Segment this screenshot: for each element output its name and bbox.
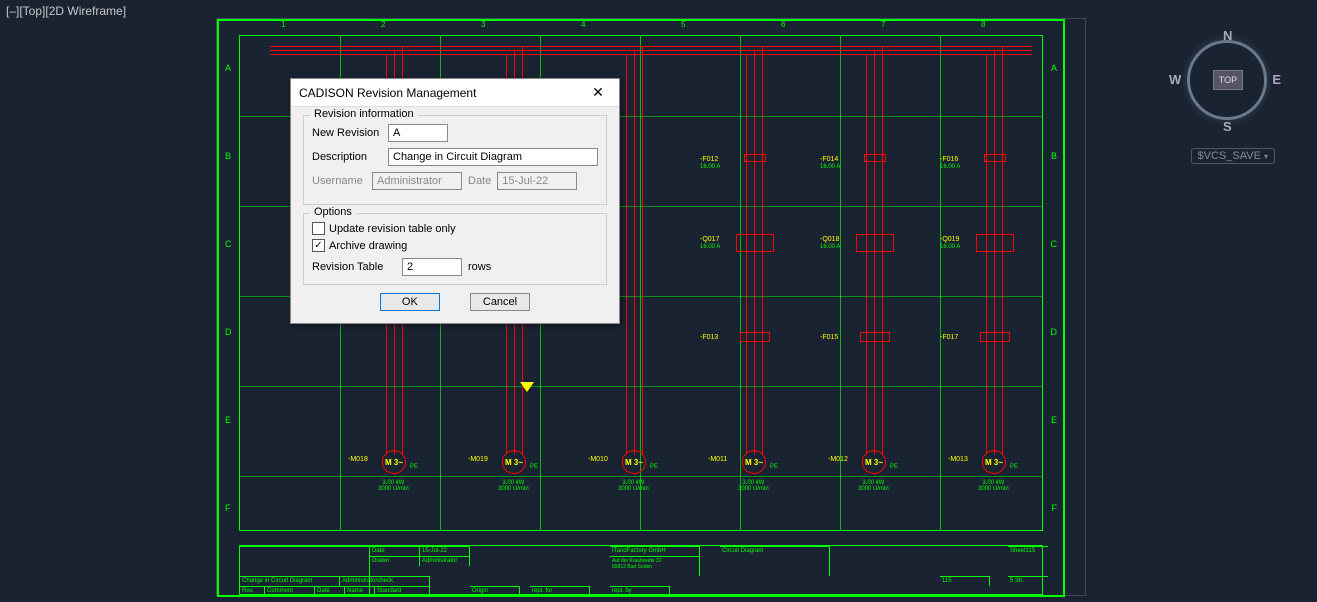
compass-n[interactable]: N (1223, 28, 1232, 43)
description-label: Description (312, 151, 382, 163)
frame-col-num: 1 (281, 20, 285, 29)
contactor-tag: -Q018 (820, 236, 839, 243)
motor-tag: -M012 (828, 456, 848, 463)
motor-symbol: M 3~ (382, 450, 406, 474)
frame-row-letter: A (225, 63, 231, 73)
username-label: Username (312, 175, 366, 187)
frame-row-letter: B (1051, 151, 1057, 161)
motor-tag: -M019 (468, 456, 488, 463)
fuse-amp: 16.00 A (820, 164, 840, 170)
revision-table-label: Revision Table (312, 261, 396, 273)
fuse-amp: 16.00 A (700, 164, 720, 170)
fuse-mid-tag: -F017 (940, 334, 958, 341)
motor-spec: 3.00 kW 3000 U/min (858, 480, 889, 492)
close-icon[interactable]: ✕ (585, 83, 611, 103)
archive-drawing-label: Archive drawing (329, 240, 407, 252)
chevron-down-icon: ▾ (1264, 152, 1268, 161)
new-revision-label: New Revision (312, 127, 382, 139)
dialog-title: CADISON Revision Management (299, 86, 585, 100)
frame-col-num: 8 (981, 20, 985, 29)
fuse-amp: 16.00 A (940, 164, 960, 170)
frame-row-letter: F (225, 503, 231, 513)
fuse-tag: -F016 (940, 156, 958, 163)
motor-pe: PE (1010, 464, 1018, 470)
frame-row-letter: D (225, 327, 232, 337)
motor-pe: PE (650, 464, 658, 470)
frame-col-num: 7 (881, 20, 885, 29)
motor-symbol: M 3~ (502, 450, 526, 474)
new-revision-input[interactable] (388, 124, 448, 142)
compass-e[interactable]: E (1272, 72, 1281, 87)
motor-tag: -M018 (348, 456, 368, 463)
ok-button[interactable]: OK (380, 293, 440, 311)
cancel-button[interactable]: Cancel (470, 293, 530, 311)
viewport-label: [–][Top][2D Wireframe] (6, 4, 126, 18)
fuse-tag: -F014 (820, 156, 838, 163)
motor-symbol: M 3~ (862, 450, 886, 474)
update-table-label: Update revision table only (329, 223, 456, 235)
frame-col-num: 3 (481, 20, 485, 29)
motor-symbol: M 3~ (742, 450, 766, 474)
contactor-amp: 16.00 A (700, 244, 720, 250)
motor-pe: PE (890, 464, 898, 470)
contactor-amp: 16.00 A (940, 244, 960, 250)
description-input[interactable] (388, 148, 598, 166)
motor-spec: 3.00 kW 3000 U/min (978, 480, 1009, 492)
motor-tag: -M011 (708, 456, 727, 463)
frame-col-num: 4 (581, 20, 585, 29)
frame-row-letter: C (1051, 239, 1058, 249)
fuse-tag: -F012 (700, 156, 718, 163)
motor-spec: 3.00 kW 3000 U/min (738, 480, 769, 492)
motor-tag: -M010 (588, 456, 608, 463)
motor-spec: 3.00 kW 3000 U/min (618, 480, 649, 492)
frame-row-letter: E (1051, 415, 1057, 425)
options-group: Options Update revision table only ✓ Arc… (303, 213, 607, 285)
contactor-amp: 16.00 A (820, 244, 840, 250)
date-input (497, 172, 577, 190)
username-input (372, 172, 462, 190)
vcs-save-button[interactable]: $VCS_SAVE ▾ (1191, 148, 1275, 164)
motor-tag: -M013 (948, 456, 968, 463)
compass-w[interactable]: W (1169, 72, 1181, 87)
frame-row-letter: E (225, 415, 231, 425)
motor-pe: PE (410, 464, 418, 470)
motor-pe: PE (530, 464, 538, 470)
frame-row-letter: A (1051, 63, 1057, 73)
revision-table-input[interactable] (402, 258, 462, 276)
revision-management-dialog: CADISON Revision Management ✕ Revision i… (290, 78, 620, 324)
dialog-titlebar[interactable]: CADISON Revision Management ✕ (291, 79, 619, 107)
compass-s[interactable]: S (1223, 119, 1232, 134)
date-label: Date (468, 175, 491, 187)
title-block: Date 15-Jul-22 Drawn Administrator Chang… (239, 545, 1043, 595)
contactor-tag: -Q019 (940, 236, 959, 243)
motor-symbol: M 3~ (622, 450, 646, 474)
frame-row-letter: F (1052, 503, 1058, 513)
motor-spec: 3.00 kW 3000 U/min (498, 480, 529, 492)
motor-pe: PE (770, 464, 778, 470)
frame-col-num: 6 (781, 20, 785, 29)
frame-row-letter: B (225, 151, 231, 161)
frame-col-num: 5 (681, 20, 685, 29)
revision-table-suffix: rows (468, 261, 491, 273)
frame-row-letter: D (1051, 327, 1058, 337)
view-cube[interactable]: N E S W TOP (1177, 30, 1277, 130)
fuse-mid-tag: -F015 (820, 334, 838, 341)
warning-triangle-icon (520, 382, 534, 392)
group-label: Options (310, 206, 356, 218)
motor-symbol: M 3~ (982, 450, 1006, 474)
group-label: Revision information (310, 108, 418, 120)
contactor-tag: -Q017 (700, 236, 719, 243)
compass-top-button[interactable]: TOP (1213, 70, 1243, 90)
fuse-mid-tag: -F013 (700, 334, 718, 341)
revision-info-group: Revision information New Revision Descri… (303, 115, 607, 205)
update-table-checkbox[interactable] (312, 222, 325, 235)
frame-col-num: 2 (381, 20, 385, 29)
archive-drawing-checkbox[interactable]: ✓ (312, 239, 325, 252)
motor-spec: 3.00 kW 3000 U/min (378, 480, 409, 492)
frame-row-letter: C (225, 239, 232, 249)
